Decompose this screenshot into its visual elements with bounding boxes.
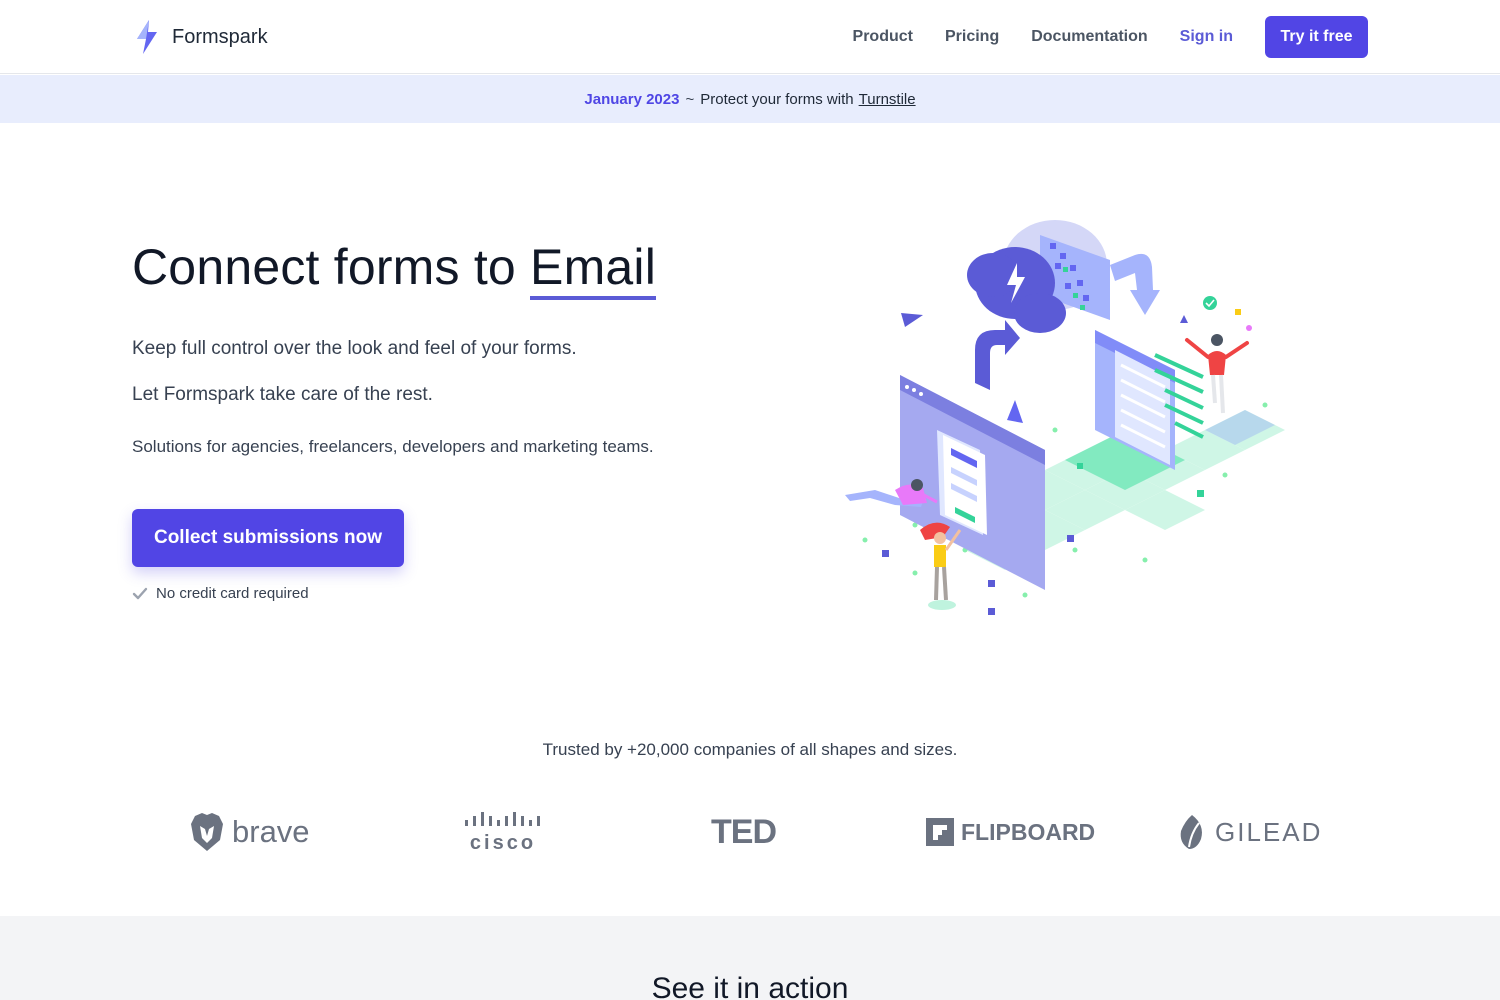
check-icon bbox=[132, 587, 148, 599]
no-credit-card-note: No credit card required bbox=[132, 585, 309, 602]
nav-product[interactable]: Product bbox=[853, 16, 913, 58]
announcement-banner: January 2023 ~ Protect your forms with T… bbox=[0, 75, 1500, 123]
hero-title-prefix: Connect forms to bbox=[132, 239, 516, 295]
hero-title-highlight: Email bbox=[530, 238, 657, 300]
gilead-leaf-icon bbox=[1180, 815, 1202, 849]
lightning-bolt-icon bbox=[137, 20, 157, 54]
brand-logo[interactable]: Formspark bbox=[134, 20, 268, 54]
collect-submissions-button[interactable]: Collect submissions now bbox=[132, 509, 404, 567]
section-title: See it in action bbox=[651, 972, 849, 1000]
hero-description-2: Let Formspark take care of the rest. bbox=[132, 384, 433, 405]
cisco-wordmark: cisco bbox=[469, 831, 537, 854]
brave-logo: brave bbox=[190, 800, 310, 864]
try-it-free-button[interactable]: Try it free bbox=[1265, 16, 1368, 58]
customer-logos: brave cisco TED FLIPBOARD GILEAD bbox=[0, 800, 1500, 864]
hero-audience: Solutions for agencies, freelancers, dev… bbox=[132, 437, 654, 456]
site-header: Formspark Product Pricing Documentation … bbox=[0, 0, 1500, 74]
sign-in-link[interactable]: Sign in bbox=[1180, 16, 1233, 58]
gilead-logo: GILEAD bbox=[1177, 800, 1322, 864]
brave-lion-icon bbox=[191, 813, 223, 851]
main-nav: Product Pricing Documentation Sign in Tr… bbox=[821, 16, 1368, 58]
hero-title: Connect forms to Email bbox=[132, 238, 657, 300]
banner-separator: ~ bbox=[685, 90, 695, 108]
brave-wordmark: brave bbox=[232, 814, 310, 849]
nav-documentation[interactable]: Documentation bbox=[1031, 16, 1147, 58]
ted-wordmark: TED bbox=[711, 812, 777, 851]
hero-illustration bbox=[845, 220, 1285, 615]
nav-pricing[interactable]: Pricing bbox=[945, 16, 999, 58]
banner-date: January 2023 bbox=[584, 90, 680, 108]
ted-logo: TED bbox=[711, 800, 777, 864]
turnstile-link[interactable]: Turnstile bbox=[859, 91, 916, 108]
banner-message: Protect your forms with bbox=[700, 90, 854, 108]
brand-name: Formspark bbox=[172, 25, 268, 48]
see-it-in-action-section: See it in action bbox=[0, 916, 1500, 1000]
cisco-bars-icon bbox=[465, 811, 540, 826]
gilead-wordmark: GILEAD bbox=[1215, 816, 1323, 847]
hero-description-1: Keep full control over the look and feel… bbox=[132, 338, 577, 359]
trusted-by-text: Trusted by +20,000 companies of all shap… bbox=[542, 740, 958, 759]
flipboard-logo: FLIPBOARD bbox=[926, 800, 1095, 864]
no-credit-card-text: No credit card required bbox=[156, 585, 309, 602]
flipboard-wordmark: FLIPBOARD bbox=[961, 818, 1096, 845]
flipboard-icon bbox=[926, 818, 954, 846]
cisco-logo: cisco bbox=[463, 800, 543, 864]
